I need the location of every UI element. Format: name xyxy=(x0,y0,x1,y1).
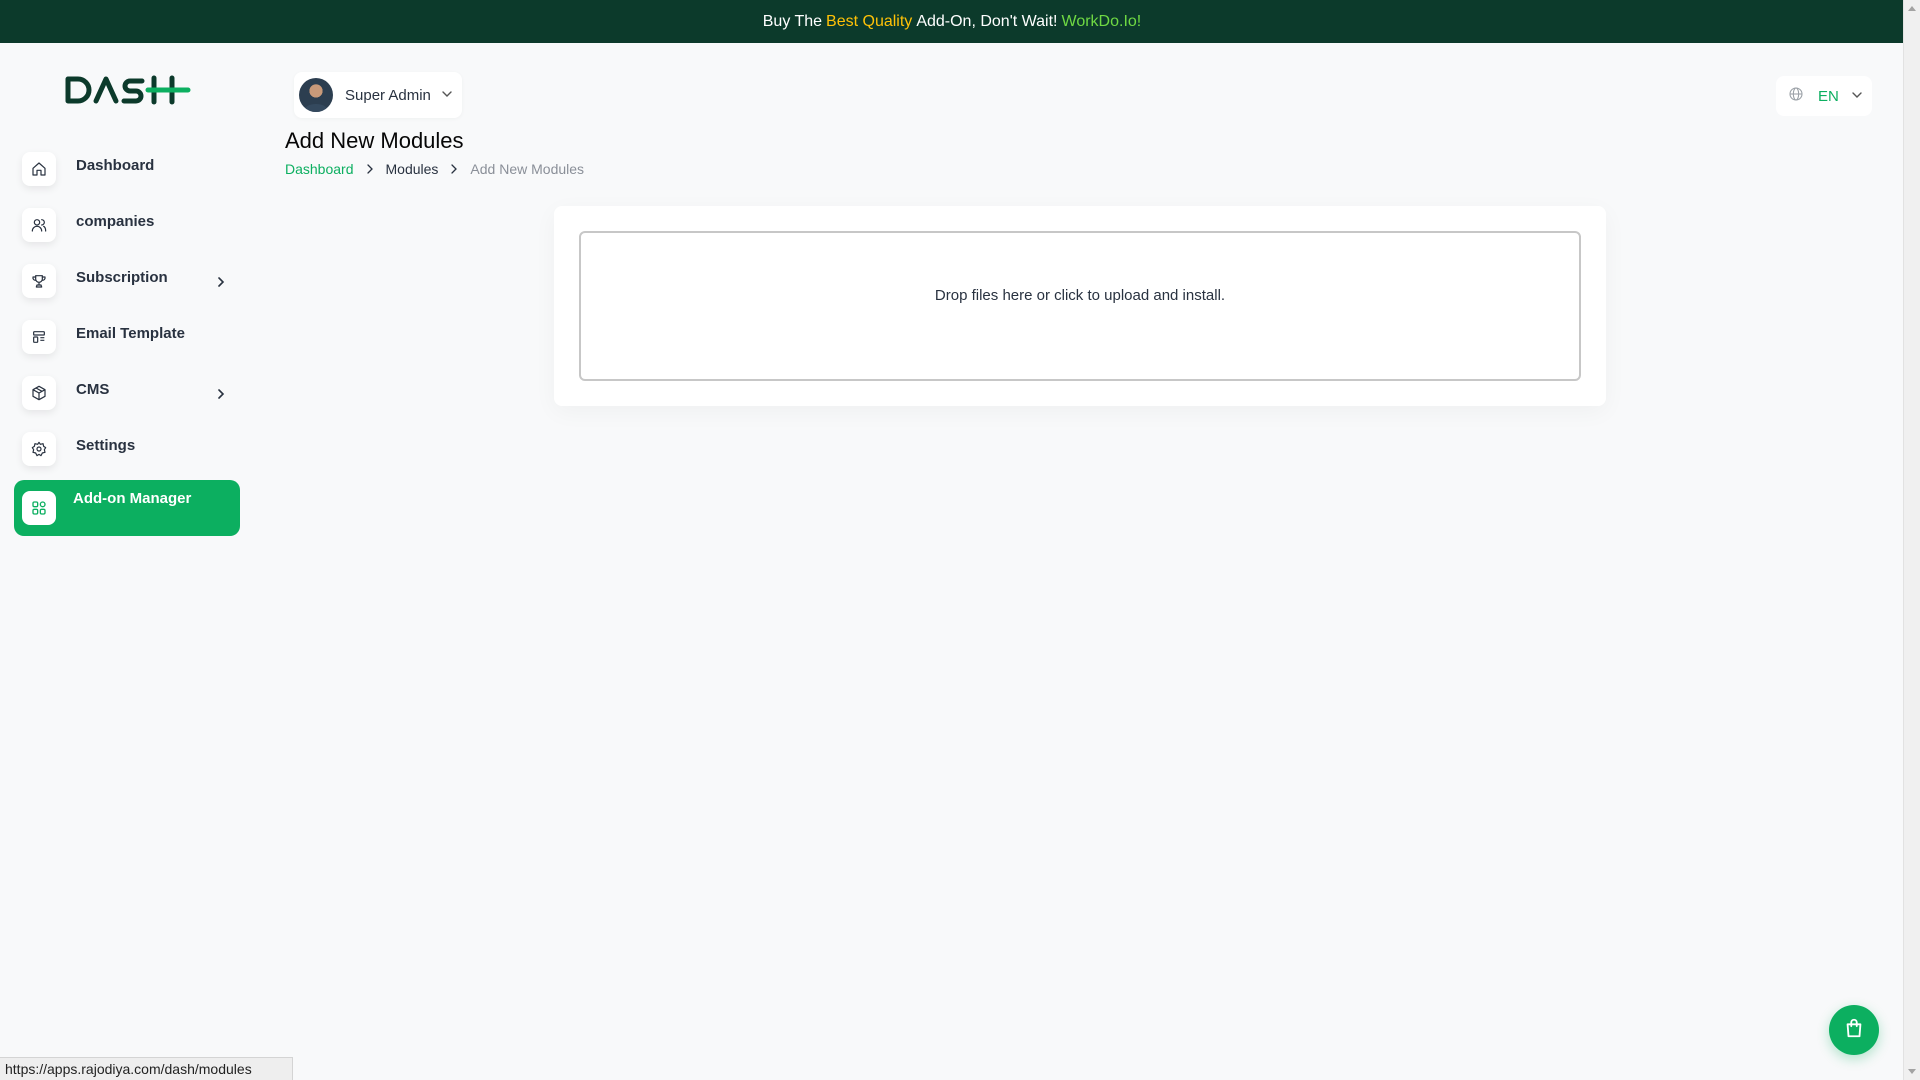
shopping-bag-icon xyxy=(1843,1017,1865,1044)
sidebar-item-cms[interactable]: CMS xyxy=(14,368,240,418)
cart-button[interactable] xyxy=(1829,1005,1879,1055)
sidebar-item-label: Dashboard xyxy=(76,156,155,174)
sidebar-item-label: Subscription xyxy=(76,268,168,286)
scroll-up-arrow-icon[interactable] xyxy=(1908,6,1916,11)
promo-text-middle: Add-On, Don't Wait! xyxy=(916,12,1058,30)
promo-text-prefix: Buy The xyxy=(762,12,823,30)
chevron-right-icon xyxy=(450,164,458,174)
package-icon xyxy=(22,376,56,410)
user-menu[interactable]: Super Admin xyxy=(294,72,462,118)
globe-icon xyxy=(1788,86,1804,107)
scroll-down-arrow-icon[interactable] xyxy=(1908,1069,1916,1074)
chevron-right-icon xyxy=(216,386,226,404)
home-icon xyxy=(22,152,56,186)
sidebar-item-email-template[interactable]: Email Template xyxy=(14,312,240,362)
sidebar-item-label: CMS xyxy=(76,380,110,398)
grid-icon xyxy=(22,491,56,525)
dash-logo[interactable] xyxy=(64,74,192,106)
sidebar-item-label: Add-on Manager xyxy=(73,489,192,507)
sidebar-item-dashboard[interactable]: Dashboard xyxy=(14,144,240,194)
sidebar-item-subscription[interactable]: Subscription xyxy=(14,256,240,306)
users-icon xyxy=(22,208,56,242)
promo-link[interactable]: WorkDo.Io! xyxy=(1062,13,1142,31)
sidebar-item-label: Email Template xyxy=(76,324,185,342)
language-selector[interactable]: EN xyxy=(1776,76,1872,116)
sidebar-nav: Dashboard companies Subscription Email T… xyxy=(14,144,240,542)
dropzone-message: Drop files here or click to upload and i… xyxy=(934,287,1226,304)
breadcrumb-current: Add New Modules xyxy=(470,161,585,177)
breadcrumb: Dashboard Modules Add New Modules xyxy=(285,161,584,177)
status-bar-url: https://apps.rajodiya.com/dash/modules xyxy=(0,1057,293,1080)
breadcrumb-dashboard[interactable]: Dashboard xyxy=(285,161,354,177)
upload-card: Drop files here or click to upload and i… xyxy=(554,206,1606,406)
language-code: EN xyxy=(1818,87,1839,105)
trophy-icon xyxy=(22,264,56,298)
promo-bar: Buy The Best Quality Add-On, Don't Wait!… xyxy=(0,0,1904,43)
vertical-scrollbar[interactable] xyxy=(1903,0,1920,1080)
gear-icon xyxy=(22,432,56,466)
chevron-right-icon xyxy=(216,274,226,292)
page-title: Add New Modules xyxy=(285,128,464,153)
sidebar-item-add-on-manager[interactable]: Add-on Manager xyxy=(14,480,240,536)
sidebar-item-companies[interactable]: companies xyxy=(14,200,240,250)
chevron-down-icon xyxy=(442,86,452,104)
sidebar-item-settings[interactable]: Settings xyxy=(14,424,240,474)
chevron-right-icon xyxy=(366,164,374,174)
sidebar-item-label: Settings xyxy=(76,436,136,454)
chevron-down-icon xyxy=(1852,87,1862,105)
promo-highlight: Best Quality xyxy=(826,12,913,30)
user-name: Super Admin xyxy=(345,86,431,104)
avatar xyxy=(299,78,333,112)
breadcrumb-modules[interactable]: Modules xyxy=(386,161,439,177)
file-dropzone[interactable]: Drop files here or click to upload and i… xyxy=(579,231,1581,381)
template-icon xyxy=(22,320,56,354)
sidebar-item-label: companies xyxy=(76,212,155,230)
